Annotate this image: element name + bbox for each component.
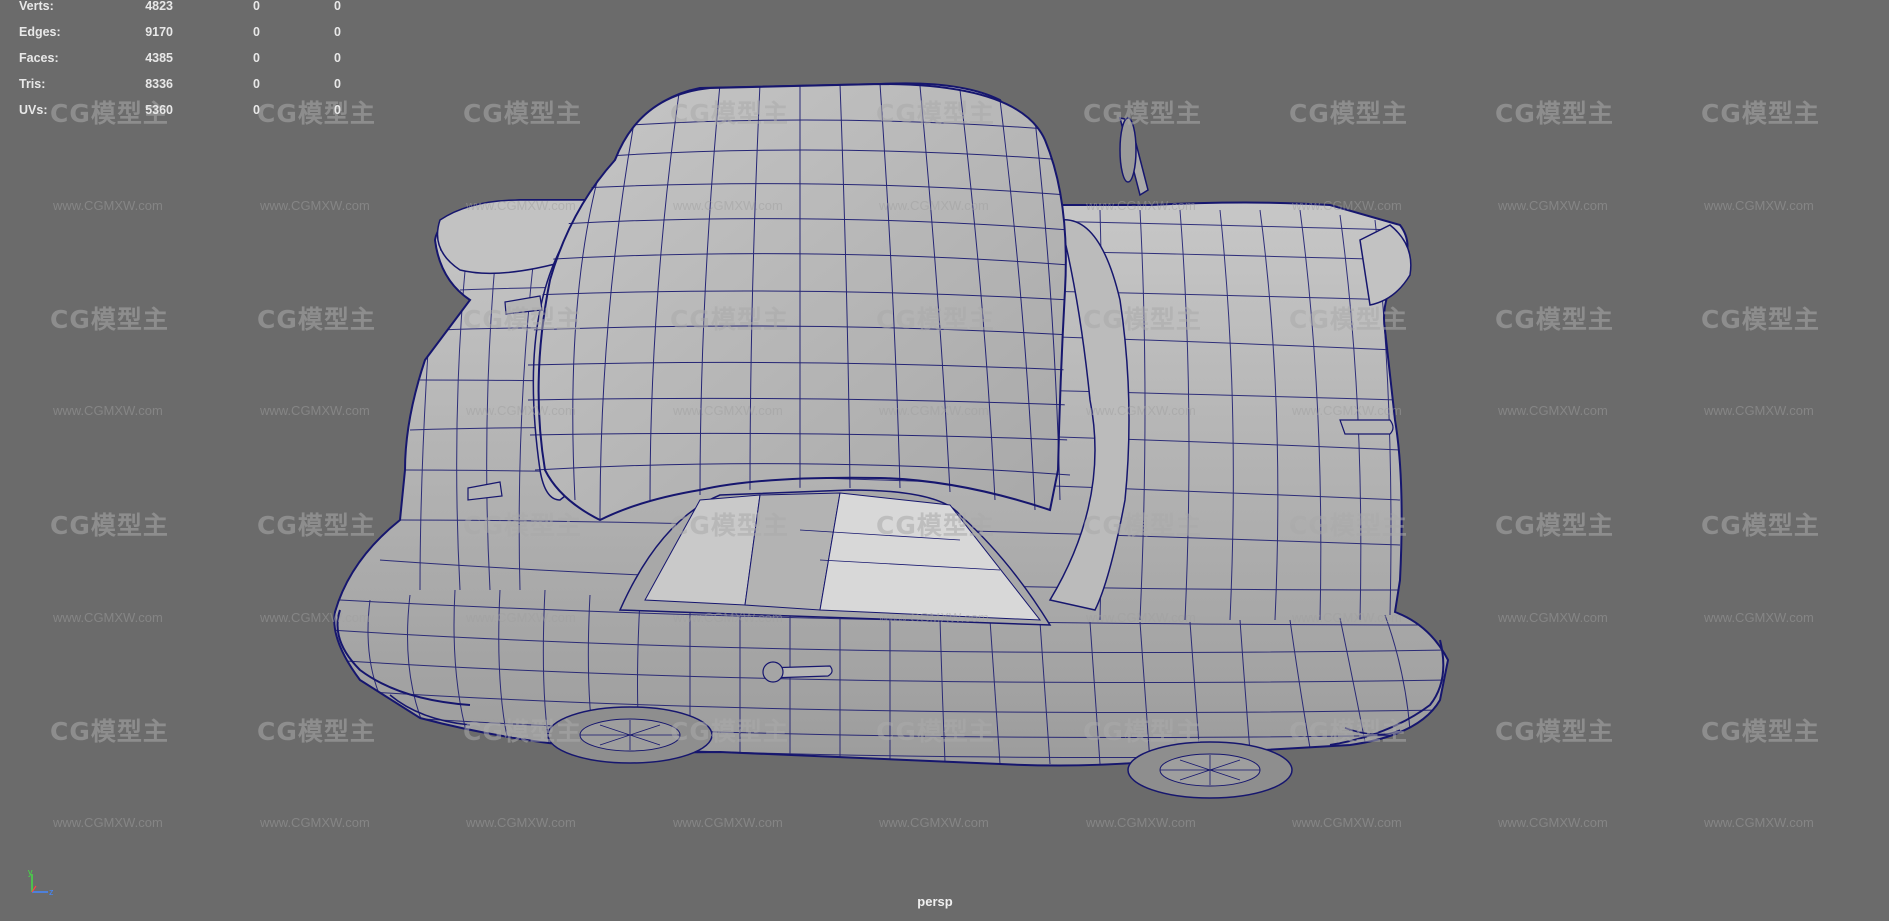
hud-stat-value: 0 (253, 77, 260, 91)
hud-stat-label: Edges: (19, 25, 61, 39)
hud-stat-value: 8336 (145, 77, 173, 91)
hud-stat-value: 0 (334, 103, 341, 117)
hud-stat-value: 0 (334, 77, 341, 91)
hud-stat-value: 0 (253, 51, 260, 65)
hud-stat-value: 4385 (145, 51, 173, 65)
hud-stat-value: 9170 (145, 25, 173, 39)
wheel-front (1127, 741, 1293, 799)
axis-gizmo: y z (28, 867, 54, 897)
hud-stat-value: 0 (334, 51, 341, 65)
camera-name-label: persp (917, 894, 953, 909)
hud-stat-value: 0 (253, 0, 260, 13)
hud-stat-value: 0 (253, 25, 260, 39)
hud-stat-value: 0 (253, 103, 260, 117)
hud-stat-label: Tris: (19, 77, 46, 91)
car-wireframe-model[interactable] (0, 0, 1889, 921)
hud-stat-label: Verts: (19, 0, 54, 13)
hud-stat-value: 0 (334, 25, 341, 39)
car-roof (527, 82, 1071, 522)
axis-y-label: y (28, 867, 33, 877)
hud-stat-value: 4823 (145, 0, 173, 13)
hud-stat-label: UVs: (19, 103, 48, 117)
axis-z-label: z (49, 887, 54, 897)
hud-stat-label: Faces: (19, 51, 59, 65)
hud-stat-value: 0 (334, 0, 341, 13)
3d-viewport[interactable]: CG模型主 CG模型主 CG模型主 CG模型主 CG模型主 CG模型主 CG模型主 CG模型主… (0, 0, 1889, 921)
hud-stat-value: 5360 (145, 103, 173, 117)
wheel-rear (547, 706, 713, 764)
side-mirror (1118, 117, 1149, 197)
